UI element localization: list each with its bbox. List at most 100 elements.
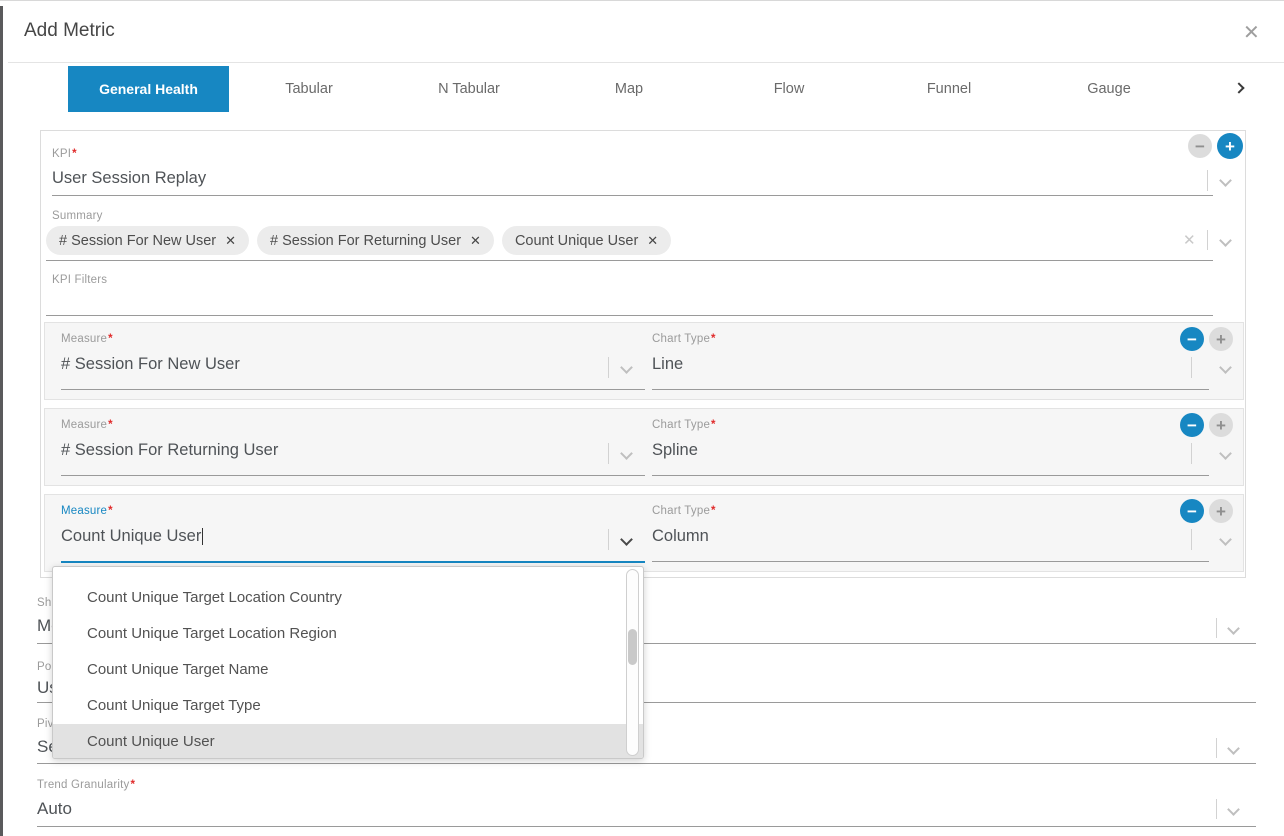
summary-chip: # Session For New User ✕ [46, 226, 249, 255]
tab-map[interactable]: Map [549, 66, 709, 112]
chart-type-underline [652, 389, 1209, 390]
summary-chips[interactable]: # Session For New User ✕ # Session For R… [46, 226, 671, 255]
required-mark: * [711, 333, 716, 345]
required-mark: * [108, 505, 113, 517]
tab-flow[interactable]: Flow [709, 66, 869, 112]
kpi-select-value[interactable]: User Session Replay [52, 169, 206, 188]
list-item-clipped[interactable]: Count Unique Target Location City [53, 567, 643, 580]
measure-underline-focused [61, 561, 645, 563]
show-field-chevron-down-icon[interactable] [1227, 622, 1240, 635]
trend-granularity-separator [1216, 799, 1217, 819]
chip-label: # Session For New User [59, 233, 216, 249]
summary-label: Summary [52, 210, 103, 222]
chart-type-chevron-down-icon[interactable] [1219, 533, 1232, 546]
measure-add-button[interactable]: + [1209, 413, 1233, 437]
measure-chevron-down-icon[interactable] [620, 447, 633, 460]
list-item[interactable]: Count Unique Target Name [53, 652, 643, 688]
measure-remove-button[interactable]: − [1180, 499, 1204, 523]
kpi-remove-button[interactable]: − [1188, 134, 1212, 158]
trend-granularity-value[interactable]: Auto [37, 799, 72, 819]
chart-type-separator [1191, 443, 1192, 464]
list-item[interactable]: Count Unique Target Location Country [53, 580, 643, 616]
chart-type-chevron-down-icon[interactable] [1219, 361, 1232, 374]
summary-separator [1207, 230, 1208, 250]
add-metric-modal: Add Metric ✕ General Health Tabular N Ta… [0, 0, 1284, 836]
measure-row: − + Measure* # Session For Returning Use… [44, 408, 1244, 486]
trend-granularity-label: Trend Granularity* [37, 779, 135, 791]
chart-type-underline [652, 475, 1209, 476]
chip-remove-icon[interactable]: ✕ [470, 233, 481, 249]
trend-granularity-chevron-down-icon[interactable] [1227, 803, 1240, 816]
tab-n-tabular[interactable]: N Tabular [389, 66, 549, 112]
tab-general-health[interactable]: General Health [68, 66, 229, 112]
measure-add-button[interactable]: + [1209, 499, 1233, 523]
chart-type-label: Chart Type* [652, 333, 716, 345]
chip-remove-icon[interactable]: ✕ [647, 233, 658, 249]
kpi-underline [52, 195, 1213, 196]
measure-remove-button[interactable]: − [1180, 413, 1204, 437]
measure-dropdown-list: Count Unique Target Location City Count … [52, 566, 644, 759]
chart-type-separator [1191, 529, 1192, 550]
measure-separator [608, 443, 609, 464]
measure-chevron-down-icon[interactable] [620, 533, 633, 546]
list-item-highlighted[interactable]: Count Unique User [53, 724, 643, 759]
tab-tabular[interactable]: Tabular [229, 66, 389, 112]
chart-type-select-value[interactable]: Line [652, 355, 683, 374]
text-cursor [202, 528, 203, 545]
modal-top-border [0, 0, 1284, 1]
tab-funnel[interactable]: Funnel [869, 66, 1029, 112]
measure-row: − + Measure* # Session For New User Char… [44, 322, 1244, 400]
kpi-add-button[interactable]: + [1217, 133, 1243, 159]
summary-underline [46, 260, 1213, 261]
tabs-more-chevron-icon[interactable] [1233, 82, 1244, 93]
summary-clear-icon[interactable]: ✕ [1183, 231, 1196, 249]
measure-label: Measure* [61, 419, 113, 431]
list-item[interactable]: Count Unique Target Type [53, 688, 643, 724]
kpi-filters-underline [46, 315, 1213, 316]
measure-label: Measure* [61, 333, 113, 345]
pivot-field-underline [37, 763, 1256, 764]
chart-type-select-value[interactable]: Spline [652, 441, 698, 460]
page-edge-strip [0, 6, 3, 836]
required-mark: * [72, 148, 77, 160]
pivot-field-separator [1216, 738, 1217, 758]
measure-remove-button[interactable]: − [1180, 327, 1204, 351]
required-mark: * [711, 505, 716, 517]
measure-underline [61, 389, 645, 390]
measure-select-value[interactable]: # Session For New User [61, 355, 240, 374]
close-icon[interactable]: ✕ [1243, 20, 1260, 45]
chip-label: Count Unique User [515, 233, 638, 249]
chart-type-label: Chart Type* [652, 505, 716, 517]
kpi-label: KPI* [52, 148, 77, 160]
measure-separator [608, 529, 609, 550]
modal-title: Add Metric [24, 20, 115, 42]
summary-chip: Count Unique User ✕ [502, 226, 671, 255]
chart-type-underline [652, 561, 1209, 562]
measure-search-input[interactable]: Count Unique User [61, 527, 203, 546]
measure-select-value[interactable]: # Session For Returning User [61, 441, 278, 460]
summary-chip: # Session For Returning User ✕ [257, 226, 494, 255]
measure-add-button[interactable]: + [1209, 327, 1233, 351]
measure-chevron-down-icon[interactable] [620, 361, 633, 374]
kpi-separator [1207, 170, 1208, 191]
measure-row: − + Measure* Count Unique User Chart Typ… [44, 494, 1244, 572]
dropdown-scrollbar-thumb[interactable] [628, 629, 637, 665]
measure-label: Measure* [61, 505, 113, 517]
chart-type-separator [1191, 357, 1192, 378]
show-field-separator [1216, 618, 1217, 638]
required-mark: * [130, 779, 135, 791]
required-mark: * [711, 419, 716, 431]
chart-type-select-value[interactable]: Column [652, 527, 709, 546]
chart-type-chevron-down-icon[interactable] [1219, 447, 1232, 460]
chip-remove-icon[interactable]: ✕ [225, 233, 236, 249]
list-item[interactable]: Count Unique Target Location Region [53, 616, 643, 652]
required-mark: * [108, 419, 113, 431]
kpi-filters-label: KPI Filters [52, 274, 107, 286]
pivot-field-chevron-down-icon[interactable] [1227, 742, 1240, 755]
required-mark: * [108, 333, 113, 345]
chip-label: # Session For Returning User [270, 233, 461, 249]
header-divider [8, 62, 1284, 63]
chart-type-label: Chart Type* [652, 419, 716, 431]
tab-gauge[interactable]: Gauge [1029, 66, 1189, 112]
measure-underline [61, 475, 645, 476]
